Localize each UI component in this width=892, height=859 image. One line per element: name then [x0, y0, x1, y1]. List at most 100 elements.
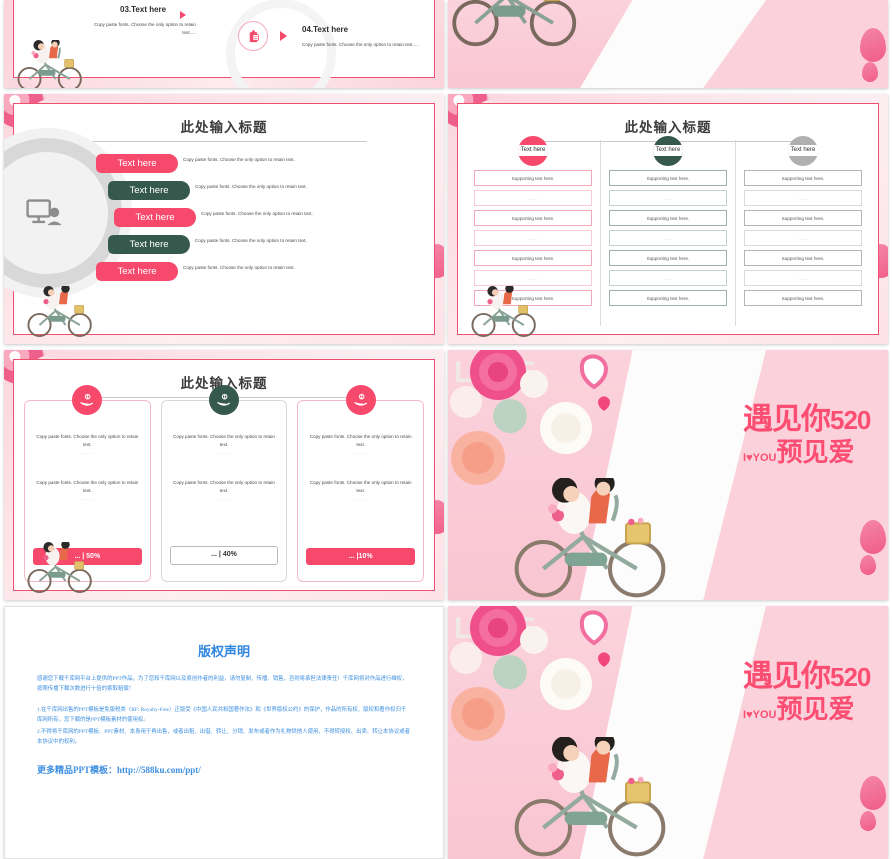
petal-decor: [862, 62, 878, 82]
slide-thumbnail-cover-partial[interactable]: [448, 0, 888, 88]
column-header-label-3: Text here: [790, 147, 816, 153]
cover-art-partial: [448, 0, 888, 88]
hand-coins-icon-1: [72, 385, 103, 415]
table-cell[interactable]: Supporting text here.: [474, 170, 592, 186]
copyright-title: 版权声明: [197, 644, 250, 659]
copyright-url-link[interactable]: http://588ku.com/ppt/: [117, 765, 201, 775]
table-cell[interactable]: ......: [744, 230, 862, 246]
hand-coins-icon-3: [345, 385, 376, 415]
slide-thumbnail-cover-2[interactable]: LOVE: [448, 606, 888, 859]
table-cell[interactable]: ......: [609, 230, 727, 246]
hand-coins-icon: [80, 393, 94, 406]
card-dots-3b: ......: [353, 496, 368, 501]
hand-coins-icon: [217, 393, 230, 406]
slide-thumbnail-grid: 03.Text here Copy paste fonts. Choose th…: [0, 0, 892, 859]
card-dots-2a: ......: [217, 450, 231, 455]
table-column-3: Text here Supporting text here. ...... S…: [736, 136, 870, 330]
card-button-2[interactable]: ... | 40%: [169, 546, 279, 565]
cover-art: LOVE: [448, 350, 888, 600]
copyright-url-row[interactable]: 更多精品PPT模板：http://588ku.com/ppt/: [37, 763, 411, 776]
cover-title-number: 520: [830, 661, 871, 692]
pill-body-2: Copy paste fonts. Choose the only option…: [195, 184, 307, 189]
column-header-circle-2[interactable]: Text here: [653, 136, 683, 166]
table-cell[interactable]: ......: [609, 190, 727, 206]
card-button-3[interactable]: ... |10%: [306, 548, 416, 565]
title-divider: [81, 141, 367, 142]
cover-title-cn-1: 遇见你: [743, 659, 831, 693]
cover-you-label: YOU: [752, 452, 777, 464]
cover-title-line-1: 遇见你520: [743, 405, 871, 435]
pill-label-5[interactable]: Text here: [96, 262, 178, 281]
table-cell[interactable]: Supporting text here.: [609, 250, 727, 266]
arrow-icon-04: [280, 31, 287, 41]
table-cell[interactable]: Supporting text here.: [474, 210, 592, 226]
table-cell[interactable]: Supporting text here.: [609, 170, 727, 186]
table-cell[interactable]: Supporting text here.: [744, 210, 862, 226]
pill-row[interactable]: Text here Copy paste fonts. Choose the o…: [96, 262, 426, 289]
slide-thumbnail-copyright[interactable]: 版权声明 感谢您下载千库网平台上提供的PPT作品，为了您和千库网以及原创作者的利…: [4, 606, 444, 859]
pill-row[interactable]: Text here Copy paste fonts. Choose the o…: [96, 154, 426, 181]
copyright-canvas: 版权声明 感谢您下载千库网平台上提供的PPT作品，为了您和千库网以及原创作者的利…: [4, 606, 444, 859]
cover-title-line-2: I♥YOU预见爱: [743, 439, 870, 465]
slide-thumbnail-cover-1[interactable]: LOVE: [448, 350, 888, 600]
slide-thumbnail-table[interactable]: 此处输入标题 Text here Supporting text here. .…: [448, 94, 888, 344]
monitor-user-icon: [26, 199, 62, 226]
table-cell[interactable]: ......: [609, 270, 727, 286]
pill-row[interactable]: Text here Copy paste fonts. Choose the o…: [108, 235, 426, 262]
item-03-title: 03.Text here: [120, 5, 167, 14]
card-body-3b: Copy paste fonts. Choose the only option…: [309, 480, 412, 493]
pill-row[interactable]: Text here Copy paste fonts. Choose the o…: [114, 208, 426, 235]
couple-on-bicycle-illustration: [27, 286, 92, 338]
table-cell[interactable]: ......: [474, 190, 592, 206]
column-header-label-2: Text here: [655, 147, 681, 153]
table-cell[interactable]: Supporting text here.: [744, 170, 862, 186]
card-2[interactable]: Copy paste fonts. Choose the only option…: [160, 385, 288, 582]
cover-art: LOVE: [448, 606, 888, 859]
column-header-circle-1[interactable]: Text here: [518, 136, 548, 166]
couple-on-bicycle-illustration: [27, 542, 92, 594]
slide-thumbnail-03-04-text[interactable]: 03.Text here Copy paste fonts. Choose th…: [4, 0, 444, 88]
pill-label-3[interactable]: Text here: [114, 208, 196, 227]
card-body-2a: Copy paste fonts. Choose the only option…: [173, 434, 275, 447]
cover-you-label: YOU: [752, 708, 777, 721]
table-cell[interactable]: ......: [744, 270, 862, 286]
pill-row[interactable]: Text here Copy paste fonts. Choose the o…: [108, 181, 426, 208]
cover-title-line-2: I♥YOU预见爱: [743, 696, 870, 722]
card-body-2b: Copy paste fonts. Choose the only option…: [173, 480, 275, 493]
slide-canvas: 此处输入标题 Text here Supporting text here. .…: [457, 103, 879, 338]
table-cell[interactable]: Supporting text here.: [474, 250, 592, 266]
copyright-item-1: 1.在千库网出售的PPT模板是免版税类（RF: Royalty-Free）正版受…: [37, 707, 407, 723]
petal-decor: [860, 811, 876, 831]
pill-list: Text here Copy paste fonts. Choose the o…: [96, 154, 426, 289]
table-cell[interactable]: Supporting text here.: [744, 290, 862, 306]
slide-thumbnail-pills[interactable]: 此处输入标题 Text here Copy paste fonts. Choos…: [4, 94, 444, 344]
cover-title-block: 遇见你520 I♥YOU预见爱: [743, 659, 871, 722]
pill-body-1: Copy paste fonts. Choose the only option…: [183, 157, 295, 162]
petal-decor: [860, 520, 886, 554]
slide-thumbnail-cards[interactable]: 此处输入标题 Copy paste fonts. Choose the only…: [4, 350, 444, 600]
pill-label-2[interactable]: Text here: [108, 181, 190, 200]
copyright-url-label: 更多精品PPT模板：: [37, 765, 117, 775]
column-header-label-1: Text here: [520, 147, 546, 153]
item-04-body: Copy paste fonts. Choose the only option…: [302, 42, 419, 47]
table-cell[interactable]: Supporting text here.: [609, 290, 727, 306]
couple-on-bicycle-illustration: [17, 40, 82, 88]
pill-label-4[interactable]: Text here: [108, 235, 190, 254]
petal-decor: [860, 776, 886, 810]
table-cell[interactable]: ......: [744, 190, 862, 206]
table-cell[interactable]: ......: [474, 270, 592, 286]
card-3[interactable]: Copy paste fonts. Choose the only option…: [297, 385, 425, 582]
card-body-3a: Copy paste fonts. Choose the only option…: [309, 434, 412, 447]
hand-coins-icon: [354, 393, 367, 406]
couple-on-bicycle-illustration: [471, 286, 536, 338]
table-cell[interactable]: ......: [474, 230, 592, 246]
card-dots-1a: ......: [80, 450, 95, 455]
table-cell[interactable]: Supporting text here.: [609, 210, 727, 226]
rose-collage-decor: [450, 606, 610, 741]
table-cell[interactable]: Supporting text here.: [744, 250, 862, 266]
pill-label-1[interactable]: Text here: [96, 154, 178, 173]
column-header-circle-3[interactable]: Text here: [788, 136, 818, 166]
card-dots-1b: ......: [80, 496, 95, 501]
petal-decor: [860, 28, 886, 62]
card-dots-2b: ......: [217, 496, 231, 501]
